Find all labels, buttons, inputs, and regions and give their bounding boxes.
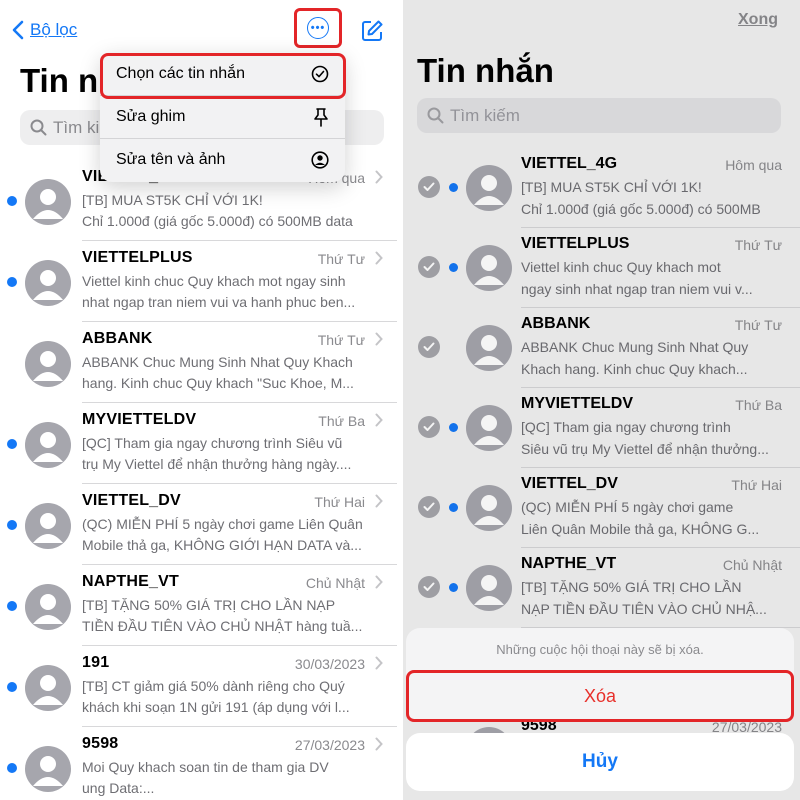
message-row[interactable]: 191 30/03/2023 [TB] CT giảm giá 50% dành… [0,646,397,727]
menu-item-edit-name-photo[interactable]: Sửa tên và ảnh [100,138,345,181]
compose-icon [362,20,383,41]
message-time: Thứ Tư [317,332,365,348]
unread-dot [7,520,17,530]
person-circle-icon [311,151,329,169]
sender-name: 9598 [82,735,119,752]
avatar [25,260,71,306]
message-row[interactable]: MYVIETTELDV Thứ Ba [QC] Tham gia ngay ch… [0,403,397,484]
unread-dot [7,682,17,692]
more-options-button[interactable]: ••• [294,8,342,48]
message-preview-line1: [TB] CT giảm giá 50% dành riêng cho Quý [82,678,345,694]
message-row[interactable]: VIETTELPLUS Thứ Tư Viettel kinh chuc Quy… [0,241,397,322]
message-preview-line2: Chỉ 1.000đ (giá gốc 5.000đ) có 500MB dat… [82,213,353,229]
unread-dot [7,601,17,611]
chevron-right-icon [375,413,383,427]
message-preview-line1: [TB] MUA ST5K CHỈ VỚI 1K! [82,192,263,208]
message-preview-line2: TIỀN ĐẦU TIÊN VÀO CHỦ NHẬT hàng tuầ... [82,618,363,634]
back-label: Bộ lọc [30,20,78,39]
avatar [25,503,71,549]
unread-dot [7,196,17,206]
message-row[interactable]: VIETTEL_DV Thứ Hai (QC) MIỄN PHÍ 5 ngày … [0,484,397,565]
messages-list-with-menu: Bộ lọc ••• Tin nhắn Tìm kiếm Chọn các ti… [0,0,397,800]
cancel-button[interactable]: Hủy [406,733,794,791]
avatar [25,422,71,468]
message-preview-line1: Moi Quy khach soan tin de tham gia DV [82,759,329,775]
chevron-right-icon [375,332,383,346]
message-time: Thứ Hai [314,494,365,510]
highlight-delete-button [406,670,794,722]
menu-item-edit-pins[interactable]: Sửa ghim [100,95,345,138]
message-time: Chủ Nhật [305,575,365,591]
message-preview-line1: [QC] Tham gia ngay chương trình Siêu vũ [82,435,343,451]
message-preview-line2: khách khi soạn 1N gửi 191 (áp dụng với l… [82,699,350,715]
chevron-right-icon [375,656,383,670]
message-preview-line2: trụ My Viettel để nhận thưởng hàng ngày.… [82,456,352,472]
screenshot-root: Bộ lọc ••• Tin nhắn Tìm kiếm Chọn các ti… [0,0,800,800]
highlight-select-messages [100,53,346,99]
message-preview-line1: [TB] TẶNG 50% GIÁ TRỊ CHO LẦN NẠP [82,597,336,613]
message-preview-line1: ABBANK Chuc Mung Sinh Nhat Quy Khach [82,354,353,370]
action-sheet-message: Những cuộc hội thoại này sẽ bị xóa. [496,642,704,657]
message-preview-line1: (QC) MIỄN PHÍ 5 ngày chơi game Liên Quân [82,516,363,532]
message-preview-line1: Viettel kinh chuc Quy khach mot ngay sin… [82,273,346,289]
pin-icon [314,108,328,127]
sender-name: ABBANK [82,330,153,347]
message-row[interactable]: 9598 27/03/2023 Moi Quy khach soan tin d… [0,727,397,800]
chevron-left-icon [12,20,24,40]
unread-dot [7,439,17,449]
message-row[interactable]: NAPTHE_VT Chủ Nhật [TB] TẶNG 50% GIÁ TRỊ… [0,565,397,646]
message-preview-line2: nhat ngap tran niem vui va hanh phuc ben… [82,294,356,310]
avatar [25,746,71,792]
message-preview-line2: hang. Kinh chuc Quy khach "Suc Khoe, M..… [82,375,354,391]
chevron-right-icon [375,575,383,589]
sender-name: VIETTEL_DV [82,492,181,509]
avatar [25,179,71,225]
message-time: 30/03/2023 [294,656,365,672]
message-time: Thứ Tư [317,251,365,267]
ellipsis-circle-icon: ••• [307,17,329,39]
compose-button[interactable] [360,19,384,48]
avatar [25,584,71,630]
chevron-right-icon [375,494,383,508]
message-time: Thứ Ba [318,413,365,429]
unread-dot [7,763,17,773]
avatar [25,341,71,387]
menu-item-label: Sửa ghim [116,108,186,125]
menu-item-label: Sửa tên và ảnh [116,151,226,168]
chevron-right-icon [375,737,383,751]
sender-name: 191 [82,654,110,671]
back-button[interactable]: Bộ lọc [12,20,77,40]
search-icon [30,119,47,136]
message-preview-line2: Mobile thả ga, KHÔNG GIỚI HẠN DATA và... [82,537,362,553]
messages-select-mode: Xong Tin nhắn Tìm kiếm VIETTEL_4G Hôm qu… [403,0,800,800]
message-time: 27/03/2023 [294,737,365,753]
avatar [25,665,71,711]
message-row[interactable]: ABBANK Thứ Tư ABBANK Chuc Mung Sinh Nhat… [0,322,397,403]
unread-dot [7,277,17,287]
chevron-right-icon [375,251,383,265]
sender-name: NAPTHE_VT [82,573,179,590]
message-preview-line2: ung Data:... [82,780,155,796]
sender-name: MYVIETTELDV [82,411,197,428]
chevron-right-icon [375,170,383,184]
sender-name: VIETTELPLUS [82,249,193,266]
